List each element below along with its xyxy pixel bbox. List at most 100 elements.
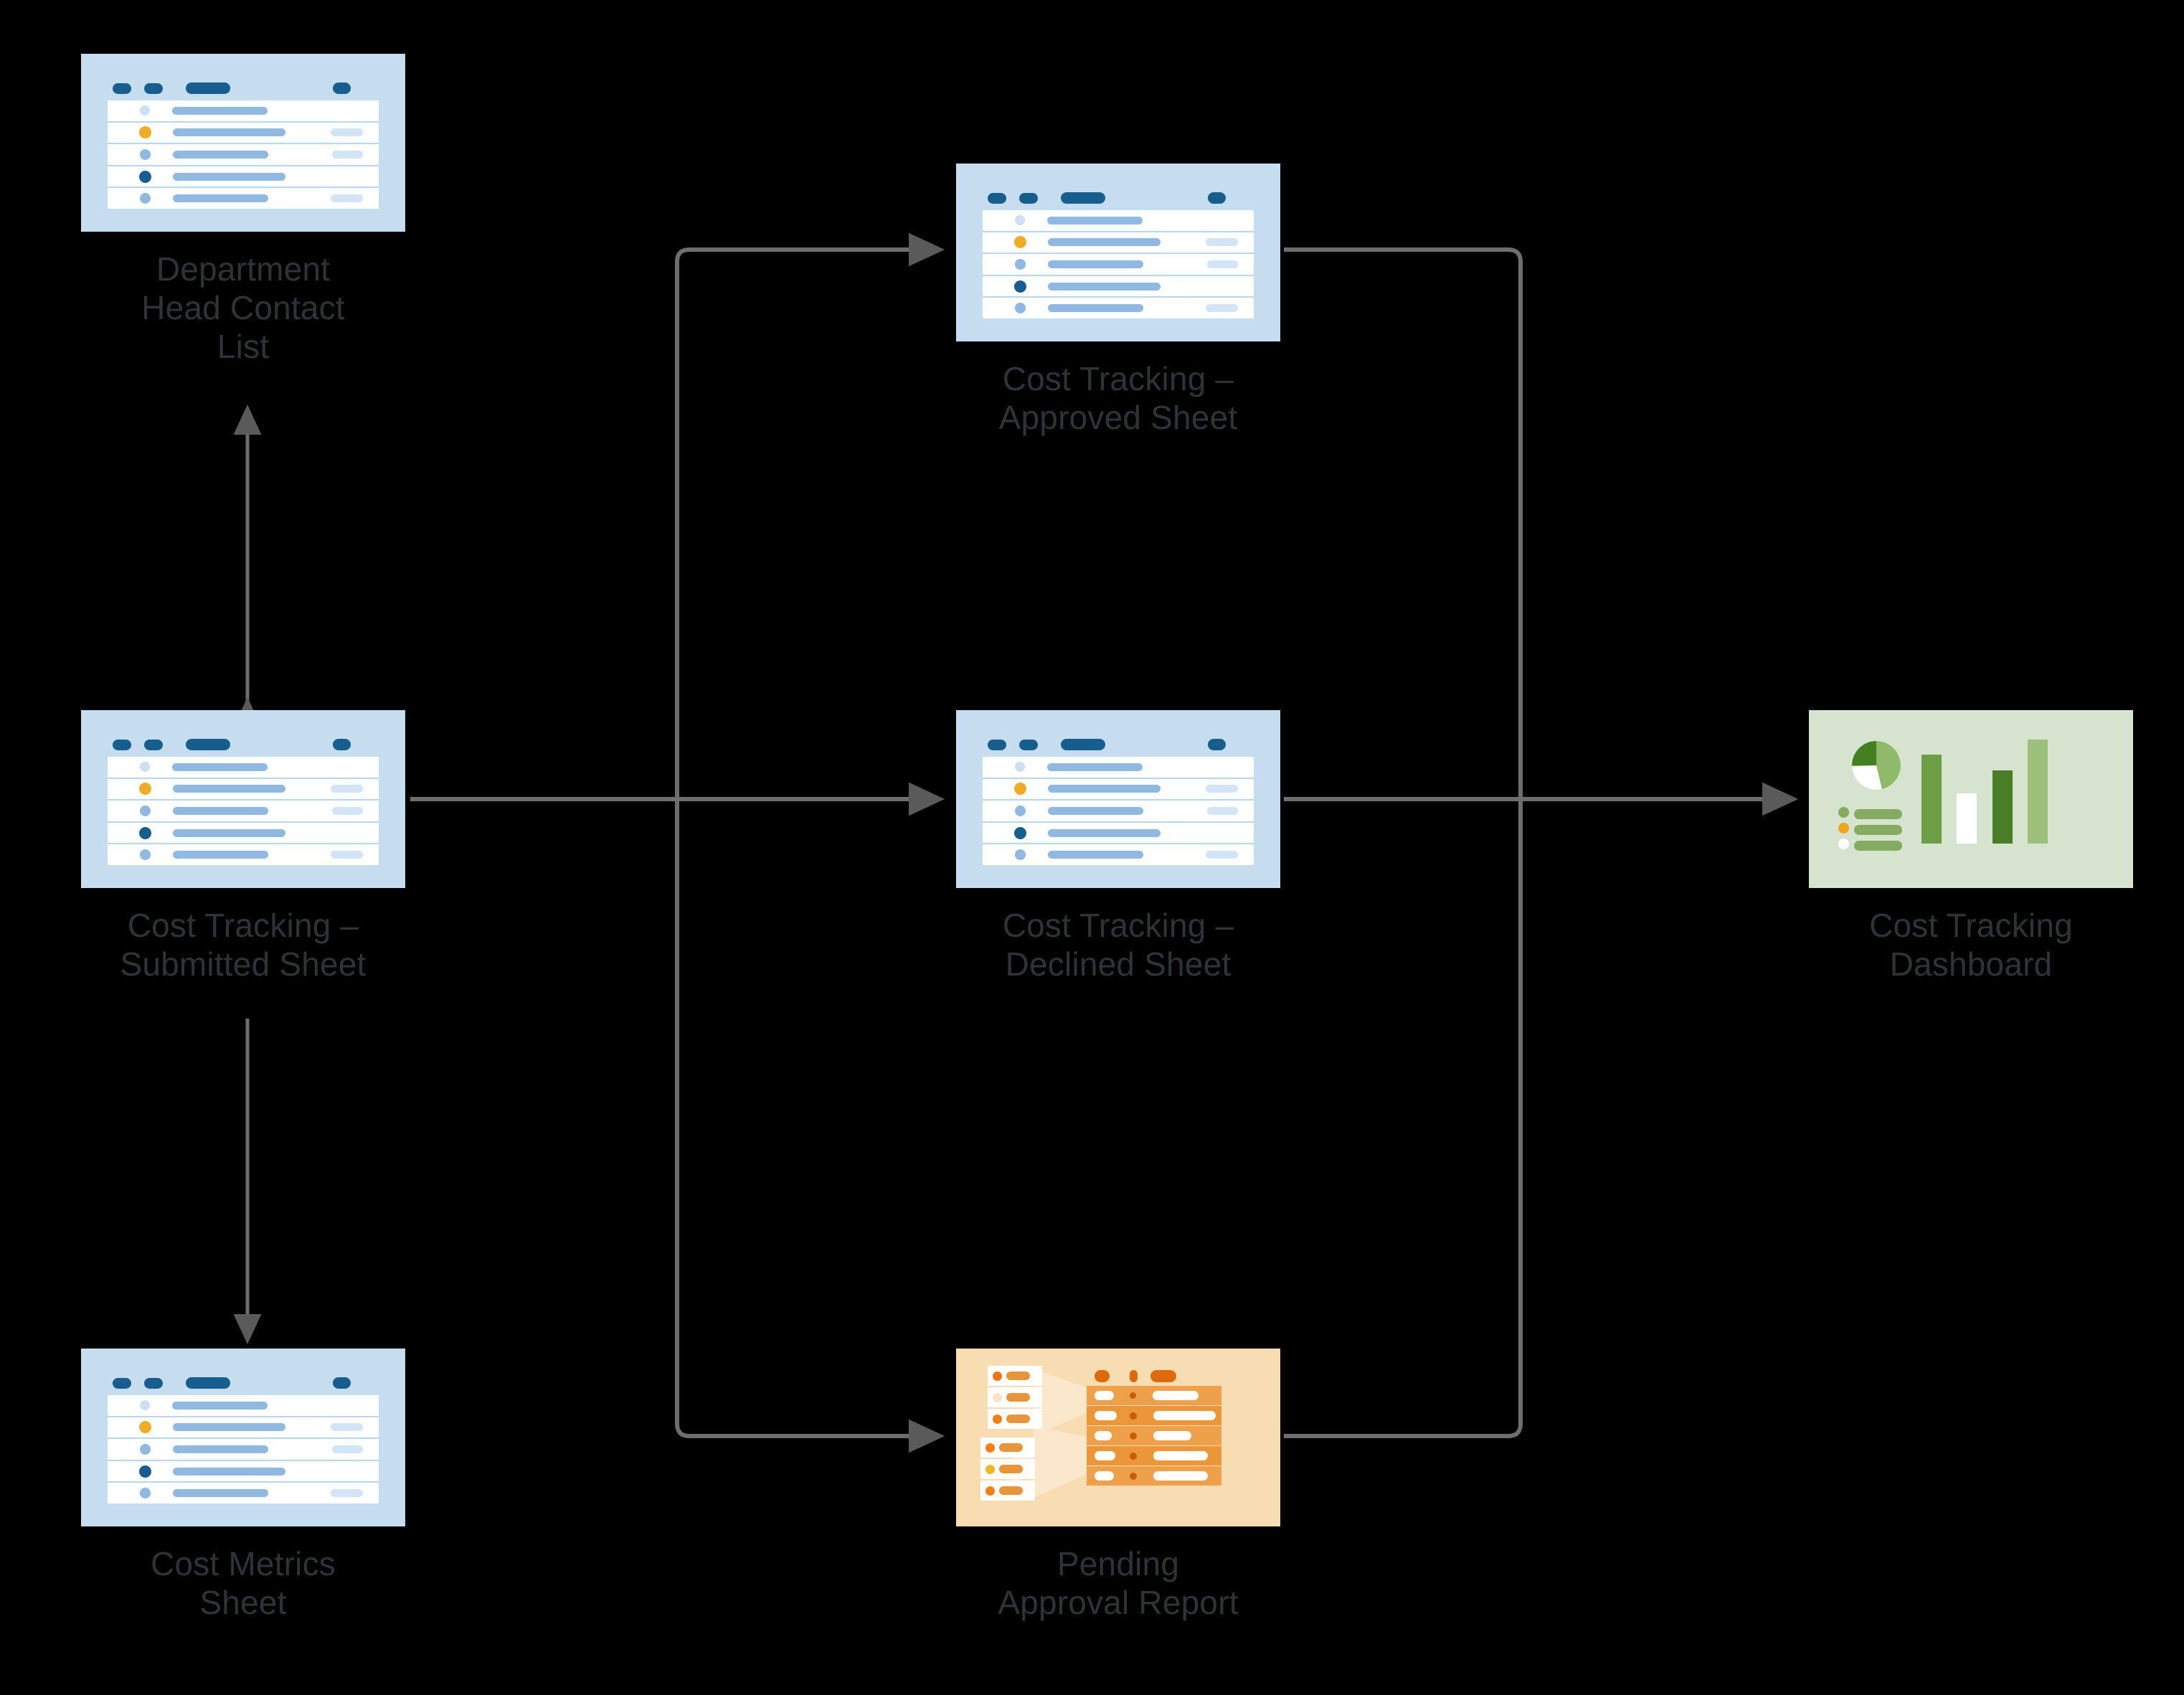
row-line bbox=[173, 851, 268, 859]
sheet-header bbox=[113, 82, 405, 94]
sheet-row bbox=[983, 843, 1254, 865]
card-line bbox=[999, 1465, 1023, 1473]
report-table-row bbox=[1087, 1446, 1221, 1465]
node-label: Cost Tracking Dashboard bbox=[1869, 907, 2073, 983]
header-dot-2 bbox=[144, 82, 163, 94]
cell bbox=[1095, 1391, 1114, 1400]
row-bullet bbox=[1015, 805, 1026, 816]
row-tail bbox=[1207, 260, 1238, 268]
row-tail bbox=[1206, 851, 1238, 859]
node-cost-tracking-dashboard[interactable]: Cost Tracking Dashboard bbox=[1809, 710, 2133, 984]
sheet-header bbox=[113, 1377, 405, 1389]
header-dot-1 bbox=[113, 739, 131, 750]
node-cost-metrics-sheet[interactable]: Cost Metrics Sheet bbox=[81, 1349, 405, 1623]
sheet-body bbox=[108, 757, 379, 865]
legend-line-2 bbox=[1854, 825, 1902, 835]
dashboard-chart-icon bbox=[1809, 710, 2133, 888]
cell-dot bbox=[1130, 1472, 1137, 1480]
report-card bbox=[980, 1459, 1035, 1479]
row-line bbox=[1047, 216, 1143, 225]
card-line bbox=[999, 1443, 1023, 1452]
row-line bbox=[173, 150, 268, 159]
sheet-body bbox=[108, 1395, 379, 1503]
cell-dot bbox=[1130, 1452, 1137, 1460]
row-tail bbox=[1206, 238, 1238, 247]
row-bullet bbox=[139, 826, 151, 839]
sheet-row bbox=[108, 121, 379, 143]
node-cost-tracking-approved[interactable]: Cost Tracking – Approved Sheet bbox=[956, 164, 1280, 438]
report-header-pill bbox=[1130, 1370, 1138, 1382]
header-dot-2 bbox=[144, 739, 163, 750]
header-dot-1 bbox=[113, 1377, 131, 1389]
node-department-head-contact-list[interactable]: Department Head Contact List bbox=[81, 54, 405, 366]
row-bullet bbox=[140, 1488, 151, 1499]
row-bullet bbox=[139, 170, 151, 183]
cell bbox=[1153, 1451, 1208, 1460]
legend-dot-3 bbox=[1838, 839, 1849, 849]
row-line bbox=[1048, 785, 1160, 793]
card-dot bbox=[985, 1443, 995, 1453]
header-title-pill bbox=[186, 82, 230, 94]
row-line bbox=[1048, 260, 1143, 268]
header-dot-1 bbox=[988, 192, 1006, 204]
row-bullet bbox=[1015, 258, 1026, 270]
row-bullet bbox=[140, 805, 151, 816]
header-title-pill bbox=[186, 1377, 230, 1389]
row-line bbox=[172, 1401, 268, 1410]
report-header-pill bbox=[1150, 1370, 1176, 1382]
cell-dot bbox=[1130, 1392, 1136, 1399]
row-bullet bbox=[1014, 826, 1026, 839]
sheet-row bbox=[108, 1437, 379, 1460]
card-line bbox=[1006, 1371, 1030, 1380]
header-dot-2 bbox=[144, 1377, 163, 1389]
legend-dot-1 bbox=[1838, 807, 1849, 818]
node-label: Cost Tracking – Submitted Sheet bbox=[120, 907, 367, 983]
spreadsheet-icon bbox=[81, 54, 405, 232]
row-line bbox=[1048, 851, 1143, 859]
card-dot bbox=[993, 1414, 1002, 1424]
row-line bbox=[1048, 304, 1143, 313]
node-cost-tracking-declined[interactable]: Cost Tracking – Declined Sheet bbox=[956, 710, 1280, 984]
row-tail bbox=[331, 1489, 363, 1498]
row-bullet bbox=[139, 783, 151, 795]
node-cost-tracking-submitted[interactable]: Cost Tracking – Submitted Sheet bbox=[81, 710, 405, 984]
row-bullet bbox=[1015, 303, 1026, 314]
sheet-row bbox=[108, 1481, 379, 1503]
row-tail bbox=[1207, 806, 1238, 815]
report-table-row bbox=[1087, 1386, 1221, 1405]
bar-1 bbox=[1921, 755, 1942, 844]
sheet-row bbox=[108, 1395, 379, 1416]
sheet-row bbox=[983, 296, 1254, 318]
row-bullet bbox=[140, 105, 150, 116]
card-line bbox=[999, 1486, 1023, 1495]
header-action-pill bbox=[333, 739, 351, 750]
header-action-pill bbox=[1208, 192, 1226, 204]
cell bbox=[1095, 1411, 1117, 1420]
pie-chart-icon bbox=[1852, 741, 1901, 790]
node-pending-approval-report[interactable]: Pending Approval Report bbox=[956, 1349, 1280, 1623]
bar-3 bbox=[1992, 770, 2013, 844]
node-label: Cost Tracking – Declined Sheet bbox=[1002, 907, 1234, 983]
row-tail bbox=[332, 806, 363, 815]
cell-dot bbox=[1130, 1412, 1137, 1420]
row-line bbox=[1048, 282, 1160, 291]
sheet-row bbox=[108, 821, 379, 844]
legend-dot-2 bbox=[1838, 823, 1849, 834]
row-bullet bbox=[140, 762, 150, 773]
sheet-row bbox=[983, 799, 1254, 821]
sheet-row bbox=[108, 843, 379, 865]
row-bullet bbox=[140, 193, 151, 204]
row-line bbox=[1048, 238, 1160, 247]
cell bbox=[1095, 1431, 1112, 1440]
sheet-row bbox=[983, 757, 1254, 778]
row-bullet bbox=[139, 126, 151, 139]
header-action-pill bbox=[333, 1377, 351, 1389]
card-dot bbox=[993, 1392, 1002, 1402]
spreadsheet-icon bbox=[81, 1349, 405, 1526]
spreadsheet-icon bbox=[956, 164, 1280, 341]
cell bbox=[1095, 1471, 1114, 1481]
row-bullet bbox=[140, 1443, 151, 1455]
sheet-row bbox=[983, 777, 1254, 800]
cell bbox=[1153, 1471, 1208, 1481]
row-bullet bbox=[1014, 236, 1026, 249]
